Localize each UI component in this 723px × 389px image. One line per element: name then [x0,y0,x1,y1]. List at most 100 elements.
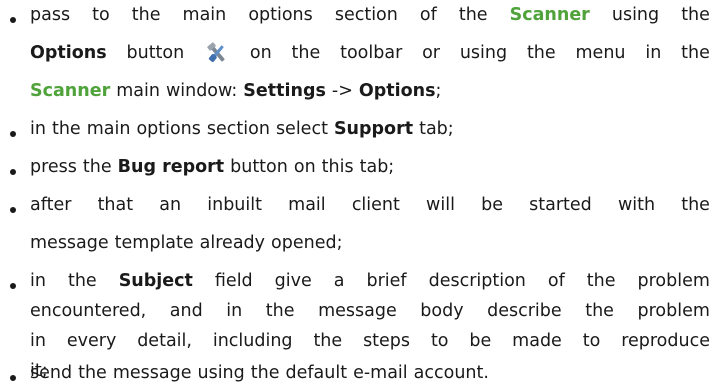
word: and [169,301,203,321]
word: in [226,301,243,321]
word: main [116,81,160,101]
word: client [351,195,400,215]
bold-term: Options [358,81,436,101]
word: in [30,271,46,291]
word: message [30,233,109,253]
word: give [274,271,312,291]
word: section [206,119,270,139]
word: the [585,301,614,321]
word: every [66,331,117,351]
word: main [182,5,227,25]
word: opened; [271,233,343,253]
word: the [526,43,556,63]
word: of [419,5,437,25]
bold-term: Options [30,43,107,63]
word: be [469,331,492,351]
text-line: pass to the main options section of the Scanner u… [30,4,710,26]
word: or [422,43,440,63]
text-line: after that an inbuilt mail client will be starte… [30,194,710,216]
word: message [318,301,397,321]
word: the [291,43,321,63]
word: of [547,271,565,291]
word: the [78,363,107,383]
text-line: in the Subject field give a brief description of… [30,270,710,292]
word: using [197,363,245,383]
bullet-dot [10,207,16,213]
word: encountered, [30,301,147,321]
word: be [481,195,503,215]
bold-term: Settings [243,81,326,101]
word: in [30,331,46,351]
word: toolbar [340,43,403,63]
word: e-mail [353,363,408,383]
word: tab; [419,119,454,139]
word: menu [575,43,626,63]
word: on [249,43,272,63]
bullet-dot [10,17,16,23]
word: send [30,363,73,383]
word: description [428,271,526,291]
word: options [136,119,201,139]
word: window: [165,81,238,101]
word: select [275,119,328,139]
word: options [248,5,313,25]
word: account. [413,363,489,383]
text-line: in the main options section select Support tab; [30,118,710,140]
word: after [30,195,72,215]
word: the [681,195,710,215]
word: made [512,331,562,351]
word: detail, [137,331,192,351]
text-line: Scanner main window: Settings -> Options; [30,80,710,102]
tools-icon-holder [204,42,230,64]
text-line: in every detail, including the steps to be made t… [30,330,710,352]
word: this [321,157,354,177]
word: the [313,331,343,351]
word: to [430,331,449,351]
word: button [230,157,288,177]
bullet-dot [10,375,16,381]
word: reproduce [621,331,710,351]
word: using [611,5,660,25]
bold-term: Bug report [117,157,225,177]
word: mail [288,195,326,215]
word: the [681,5,710,25]
word: the [265,301,295,321]
word: describe [487,301,562,321]
word: -> [331,81,353,101]
bullet-dot [10,283,16,289]
word: message [112,363,192,383]
product-name: Scanner [30,81,111,101]
word: the [586,271,616,291]
tools-icon [207,42,225,62]
text-line: encountered, and in the message body describe t… [30,300,710,322]
word: a [333,271,345,291]
word: in [30,119,46,139]
word: an [159,195,182,215]
word: that [97,195,134,215]
word: the [458,5,488,25]
bullet-dot [10,131,16,137]
bold-term: Support [333,119,414,139]
word: steps [363,331,411,351]
word: problem [637,301,710,321]
word: using [459,43,508,63]
word: on [293,157,316,177]
bold-term: Subject [118,271,193,291]
word: main [86,119,131,139]
word: ; [435,81,442,101]
word: field [214,271,253,291]
word: including [212,331,293,351]
word: brief [366,271,407,291]
word: will [426,195,455,215]
word: template [114,233,194,253]
text-line: Options button on the toolbar or using the menu i… [30,42,710,64]
word: with [617,195,656,215]
word: section [334,5,398,25]
text-line: message template already opened; [30,232,710,254]
text-line: press the Bug report button on this tab; [30,156,710,178]
word: press [30,157,77,177]
product-name: Scanner [509,5,590,25]
word: default [285,363,348,383]
word: problem [637,271,710,291]
word: in [645,43,662,63]
